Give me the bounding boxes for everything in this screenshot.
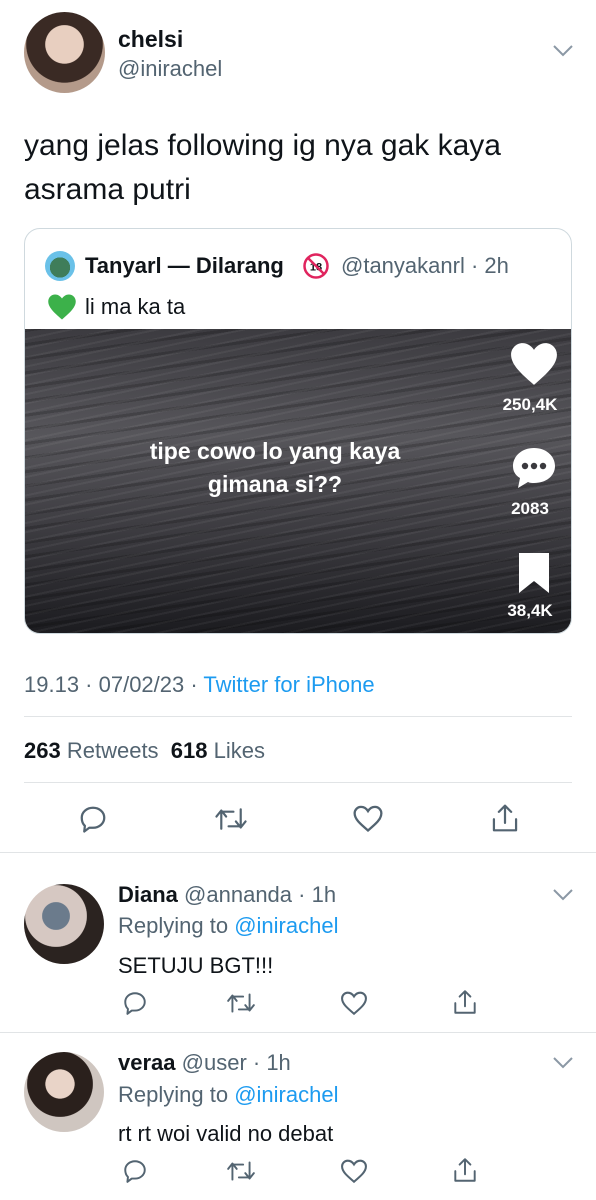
chevron-down-icon[interactable]: [552, 1056, 574, 1070]
video-heart-icon: [511, 343, 557, 385]
share-icon[interactable]: [452, 1156, 478, 1184]
share-icon[interactable]: [490, 802, 520, 834]
author-handle[interactable]: @inirachel: [118, 56, 222, 82]
video-bookmark-icon: [519, 553, 549, 593]
tweet-text: yang jelas following ig nya gak kaya asr…: [24, 124, 584, 212]
tweet-time-date: 19.13 · 07/02/23 ·: [24, 672, 204, 697]
reply-header: Diana @annanda · 1h: [118, 882, 336, 908]
replying-to-handle[interactable]: @inirachel: [234, 913, 338, 938]
age-restricted-icon: 18: [303, 253, 329, 279]
likes-label: Likes: [213, 738, 265, 763]
likes-count: 618: [170, 738, 208, 763]
quote-handle-time: @tanyakanrl · 2h: [341, 253, 509, 278]
video-comment-icon: [513, 448, 555, 488]
chevron-down-icon[interactable]: [552, 44, 574, 58]
video-caption-line: gimana si??: [207, 471, 343, 497]
quote-author-avatar: [45, 251, 75, 281]
like-icon[interactable]: [340, 991, 368, 1016]
reply-text: rt rt woi valid no debat: [118, 1121, 334, 1146]
replying-to-prefix: Replying to: [118, 1082, 235, 1107]
reply-avatar[interactable]: [24, 884, 104, 964]
green-heart-icon: [48, 294, 76, 320]
divider: [0, 1032, 596, 1033]
tweet-text-line: asrama putri: [24, 173, 191, 206]
tweet-timestamp: 19.13 · 07/02/23 · Twitter for iPhone: [24, 672, 375, 698]
video-caption: tipe cowo lo yang kaya gimana si??: [135, 435, 415, 501]
replying-to: Replying to @inirachel: [118, 913, 338, 939]
quote-text: li ma ka ta: [85, 294, 186, 319]
divider: [0, 852, 596, 853]
reply-display-name[interactable]: veraa: [118, 1050, 176, 1075]
video-comments-count: 2083: [511, 499, 549, 518]
video-caption-line: tipe cowo lo yang kaya: [149, 438, 401, 464]
replying-to-prefix: Replying to: [118, 913, 235, 938]
quote-display-name: Tanyarl — Dilarang: [85, 253, 284, 278]
reply-display-name[interactable]: Diana: [118, 882, 178, 907]
author-avatar[interactable]: [24, 12, 105, 93]
video-likes-count: 250,4K: [502, 395, 558, 414]
like-icon[interactable]: [352, 805, 384, 833]
replying-to-handle[interactable]: @inirachel: [234, 1082, 338, 1107]
retweets-stat[interactable]: 263 Retweets: [24, 738, 159, 763]
reply-text: SETUJU BGT!!!: [118, 953, 274, 978]
reply-icon[interactable]: [122, 990, 148, 1016]
replying-to: Replying to @inirachel: [118, 1082, 338, 1108]
tweet-text-line: yang jelas following ig nya gak kaya: [24, 129, 501, 162]
tweet-stats: 263 Retweets 618 Likes: [24, 738, 265, 764]
likes-stat[interactable]: 618 Likes: [171, 738, 265, 763]
retweet-icon[interactable]: [226, 1158, 256, 1184]
reply-avatar[interactable]: [24, 1052, 104, 1132]
like-icon[interactable]: [340, 1159, 368, 1184]
reply-icon[interactable]: [78, 804, 108, 834]
chevron-down-icon[interactable]: [552, 888, 574, 902]
share-icon[interactable]: [452, 988, 478, 1016]
divider: [24, 782, 572, 783]
retweets-count: 263: [24, 738, 61, 763]
reply-handle-time[interactable]: @annanda · 1h: [184, 882, 336, 907]
quote-video[interactable]: tipe cowo lo yang kaya gimana si?? 250,4…: [25, 329, 571, 633]
reply-icon[interactable]: [122, 1158, 148, 1184]
retweet-icon[interactable]: [214, 804, 248, 834]
quote-tweet-card[interactable]: Tanyarl — Dilarang 18 @tanyakanrl · 2h l…: [24, 228, 572, 634]
retweets-label: Retweets: [66, 738, 159, 763]
reply-handle-time[interactable]: @user · 1h: [182, 1050, 291, 1075]
retweet-icon[interactable]: [226, 990, 256, 1016]
video-saves-count: 38,4K: [507, 601, 553, 620]
tweet-source-link[interactable]: Twitter for iPhone: [203, 672, 374, 697]
author-display-name[interactable]: chelsi: [118, 26, 183, 53]
reply-header: veraa @user · 1h: [118, 1050, 291, 1076]
divider: [24, 716, 572, 717]
